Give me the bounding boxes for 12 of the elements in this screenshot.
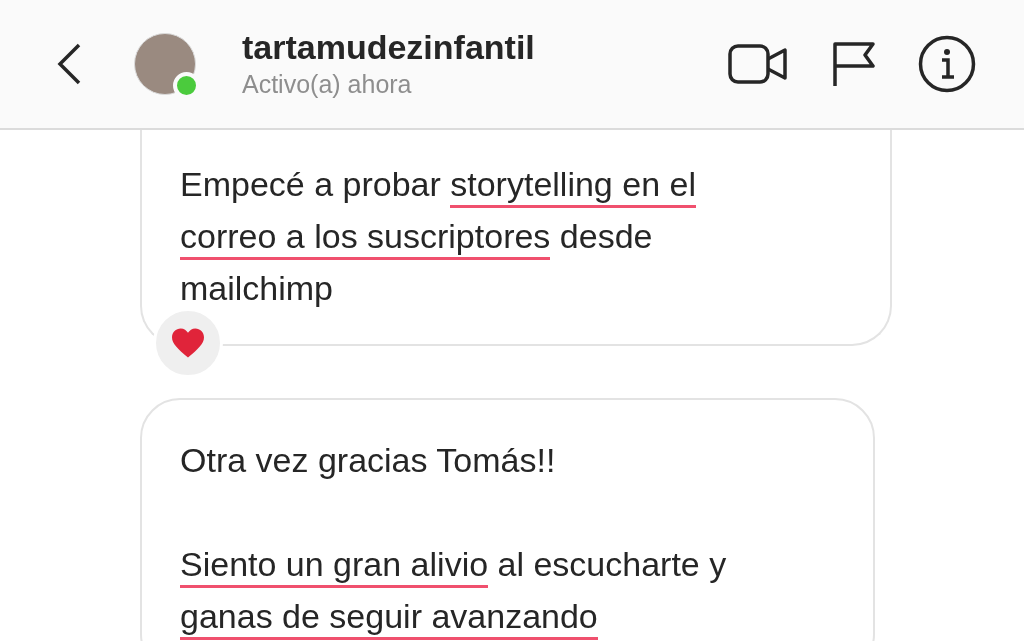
status-text: Activo(a) ahora — [242, 69, 413, 100]
info-button[interactable] — [918, 35, 976, 93]
heart-icon — [170, 327, 206, 359]
message-text: Empecé a probar storytelling en el correo a los suscriptores desde mailchimp — [180, 164, 697, 309]
report-flag-button[interactable] — [830, 39, 876, 89]
message-text: Siento un gran alivio al escucharte y ganas de seguir avanzando — [180, 538, 760, 641]
video-camera-icon — [728, 44, 788, 84]
back-chevron-icon — [56, 42, 82, 86]
message-text: Otra vez gracias Tomás!! — [180, 440, 557, 481]
username[interactable]: tartamudezinfantil — [242, 27, 535, 67]
info-icon — [918, 35, 976, 93]
flag-icon — [831, 41, 875, 87]
